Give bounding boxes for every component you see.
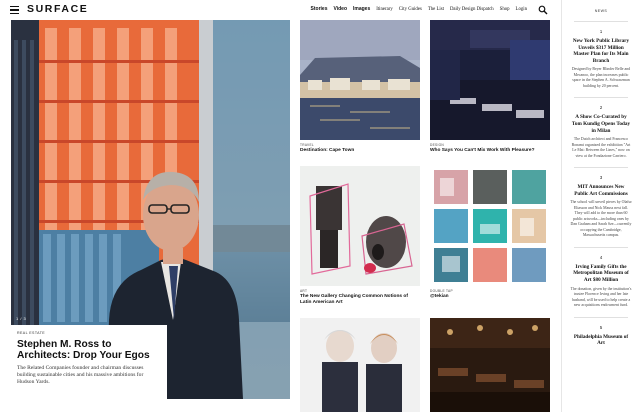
news-item[interactable]: 5 Philadelphia Museum of Art bbox=[562, 325, 640, 347]
sidebar-divider bbox=[574, 21, 628, 22]
card-image[interactable] bbox=[300, 20, 420, 140]
news-title[interactable]: Philadelphia Museum of Art bbox=[570, 334, 632, 347]
news-divider bbox=[574, 246, 628, 248]
news-number: 5 bbox=[599, 324, 603, 330]
top-bar: SURFACE Stories Video Images Itinerary C… bbox=[0, 0, 560, 20]
search-icon[interactable] bbox=[538, 5, 548, 15]
news-dek: The school will unveil pieces by Olafur … bbox=[570, 200, 632, 238]
card-image[interactable] bbox=[430, 318, 550, 412]
news-sidebar: NEWS 1 New York Public Library Unveils $… bbox=[561, 0, 640, 412]
news-item[interactable]: 4 Irving Family Gifts the Metropolitan M… bbox=[562, 255, 640, 318]
news-divider bbox=[574, 316, 628, 318]
card-category: TRAVEL bbox=[300, 143, 314, 147]
news-number: 2 bbox=[599, 105, 603, 111]
hero-category: REAL ESTATE bbox=[17, 331, 46, 335]
nav-images[interactable]: Images bbox=[353, 6, 370, 12]
nav-the-list[interactable]: The List bbox=[428, 7, 444, 12]
news-number: 1 bbox=[599, 29, 603, 34]
news-divider bbox=[574, 97, 628, 99]
card-image[interactable] bbox=[300, 166, 420, 286]
card-title[interactable]: The New Gallery Changing Common Notions … bbox=[300, 294, 420, 306]
news-title[interactable]: MIT Announces New Public Art Commissions bbox=[570, 184, 632, 197]
card-work-pleasure[interactable]: DESIGN Who Says You Can't Mix Work With … bbox=[430, 20, 550, 154]
card-title[interactable]: Destination: Cape Town bbox=[300, 148, 420, 154]
card-latin-american-art[interactable]: ART The New Gallery Changing Common Noti… bbox=[300, 166, 420, 306]
news-dek: The Dutch architect and Francesco Bonami… bbox=[571, 137, 631, 158]
news-title[interactable]: Irving Family Gifts the Metropolitan Mus… bbox=[570, 264, 632, 284]
news-number: 3 bbox=[599, 175, 603, 181]
news-number: 4 bbox=[599, 254, 603, 260]
news-dek: Designed by Beyer Blinder Belle and Meca… bbox=[571, 67, 631, 88]
card-portrait[interactable] bbox=[300, 318, 420, 412]
site-logo[interactable]: SURFACE bbox=[27, 3, 88, 15]
news-item[interactable]: 3 MIT Announces New Public Art Commissio… bbox=[562, 175, 640, 248]
hamburger-icon[interactable] bbox=[10, 6, 19, 15]
news-item[interactable]: 2 A Show Co-Curated by Tom Kundig Opens … bbox=[562, 105, 640, 169]
news-dek: The donation, given by the institution's… bbox=[570, 286, 632, 308]
card-category: DESIGN bbox=[430, 143, 445, 147]
news-item[interactable]: 1 New York Public Library Unveils $317 M… bbox=[562, 29, 640, 99]
nav-daily-design-dispatch[interactable]: Daily Design Dispatch bbox=[450, 7, 494, 12]
hero-dek: The Related Companies founder and chairm… bbox=[17, 365, 144, 385]
hero-feature[interactable]: 1 / 3 REAL ESTATE Stephen M. Ross to Arc… bbox=[11, 20, 290, 399]
news-title[interactable]: A Show Co-Curated by Tom Kundig Opens To… bbox=[570, 114, 632, 134]
nav-shop[interactable]: Shop bbox=[500, 7, 510, 12]
hero-title[interactable]: Stephen M. Ross to Architects: Drop Your… bbox=[17, 339, 161, 361]
card-image[interactable] bbox=[430, 166, 550, 286]
card-tekian[interactable]: DOUBLE TAP @tekian bbox=[430, 166, 550, 300]
card-title[interactable]: Who Says You Can't Mix Work With Pleasur… bbox=[430, 148, 550, 154]
nav-login[interactable]: Login bbox=[516, 7, 527, 12]
nav-itinerary[interactable]: Itinerary bbox=[376, 7, 393, 12]
card-image[interactable] bbox=[300, 318, 420, 412]
card-cape-town[interactable]: TRAVEL Destination: Cape Town bbox=[300, 20, 420, 154]
card-category: DOUBLE TAP bbox=[430, 289, 453, 293]
hero-pager[interactable]: 1 / 3 bbox=[16, 316, 26, 321]
sidebar-heading: NEWS bbox=[594, 9, 608, 13]
news-title[interactable]: New York Public Library Unveils $317 Mil… bbox=[570, 38, 632, 64]
nav-stories[interactable]: Stories bbox=[311, 6, 328, 12]
card-title[interactable]: @tekian bbox=[430, 294, 550, 300]
main-nav: Stories Video Images Itinerary City Guid… bbox=[311, 6, 527, 12]
nav-video[interactable]: Video bbox=[333, 6, 347, 12]
card-interior[interactable] bbox=[430, 318, 550, 412]
news-divider bbox=[574, 167, 628, 169]
card-image[interactable] bbox=[430, 20, 550, 140]
hero-caption-card[interactable]: REAL ESTATE Stephen M. Ross to Architect… bbox=[11, 325, 167, 399]
nav-city-guides[interactable]: City Guides bbox=[399, 7, 422, 12]
card-category: ART bbox=[300, 289, 308, 293]
